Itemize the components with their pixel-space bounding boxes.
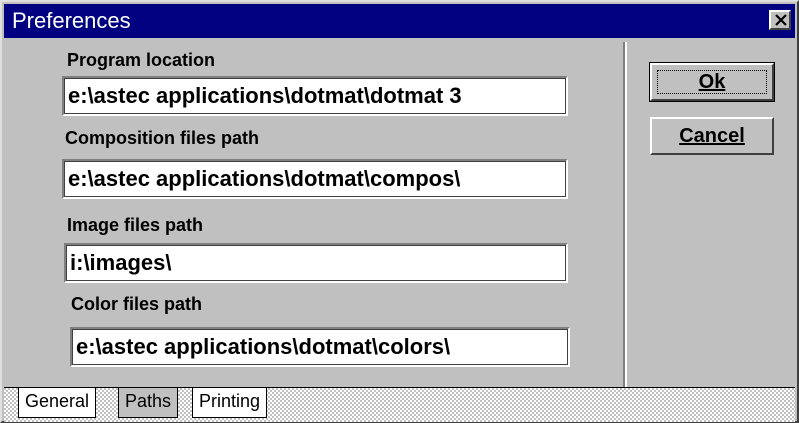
- image-path-input[interactable]: i:\images\: [64, 243, 568, 283]
- close-icon: [775, 14, 787, 26]
- color-path-label: Color files path: [71, 294, 203, 314]
- image-path-label: Image files path: [67, 215, 204, 235]
- preferences-dialog: Preferences Program location e:\astec ap…: [0, 0, 799, 423]
- title-bar[interactable]: Preferences: [4, 4, 795, 38]
- cancel-button[interactable]: Cancel: [650, 117, 774, 155]
- cancel-button-label: Cancel: [679, 125, 745, 147]
- composition-path-input[interactable]: e:\astec applications\dotmat\compos\: [62, 159, 568, 199]
- paths-panel: Program location e:\astec applications\d…: [10, 42, 627, 387]
- tab-paths[interactable]: Paths: [118, 388, 179, 418]
- tab-printing[interactable]: Printing: [192, 388, 268, 418]
- ok-button[interactable]: Ok: [649, 62, 775, 102]
- ok-button-label: Ok: [657, 70, 767, 94]
- window-title: Preferences: [12, 8, 131, 33]
- color-path-input[interactable]: e:\astec applications\dotmat\colors\: [70, 327, 570, 367]
- program-location-input[interactable]: e:\astec applications\dotmat\dotmat 3: [62, 76, 568, 116]
- composition-path-label: Composition files path: [65, 128, 260, 148]
- tab-general[interactable]: General: [18, 388, 97, 418]
- tab-strip: General Paths Printing: [4, 387, 795, 422]
- program-location-label: Program location: [67, 50, 216, 70]
- close-button[interactable]: [769, 10, 791, 30]
